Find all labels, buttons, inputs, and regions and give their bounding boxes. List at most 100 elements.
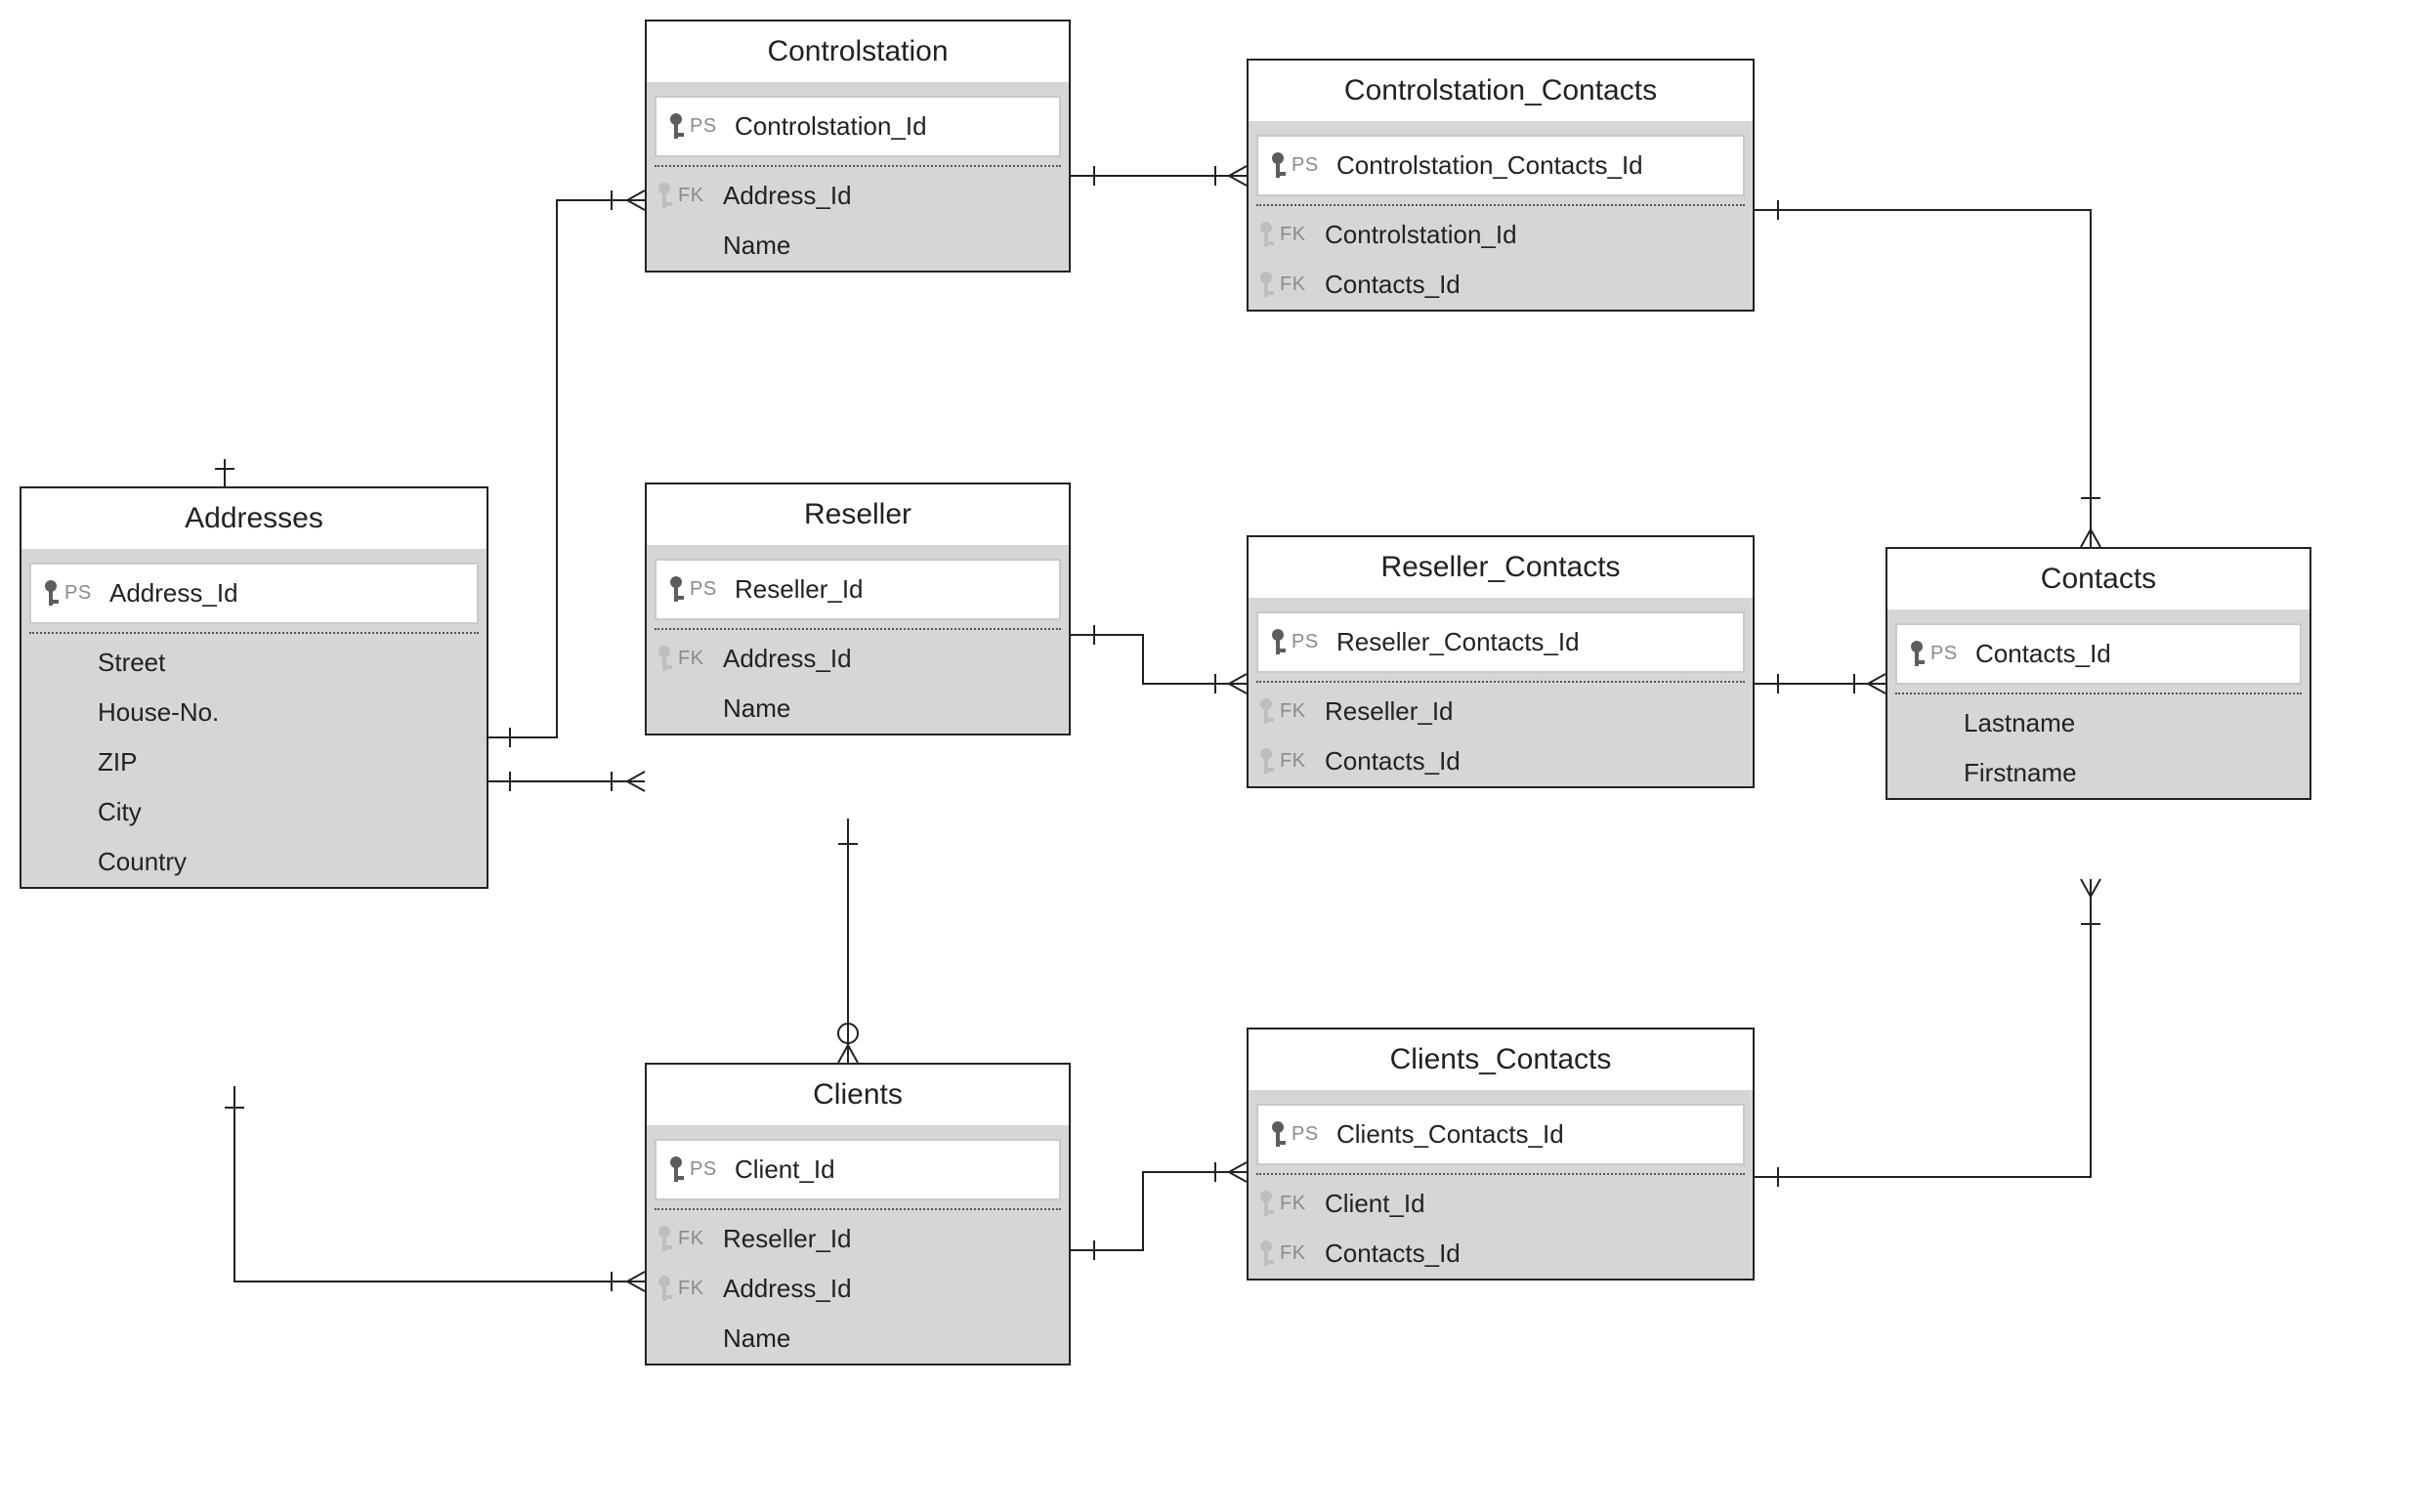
key-icon [1268,152,1288,180]
field-row: Name [647,684,1069,734]
pk-row: PS Clients_Contacts_Id [1256,1104,1745,1165]
key-type-label: FK [678,185,704,207]
key-icon [1256,1240,1276,1268]
field-name: Street [98,648,479,678]
entity-title: Reseller_Contacts [1249,537,1753,604]
key-icon [1256,222,1276,249]
field-row: FK Controlstation_Id [1249,210,1753,260]
field-row: FK Contacts_Id [1249,736,1753,786]
key-type-label: FK [678,1228,704,1250]
key-icon [655,1226,674,1253]
field-row: ZIP [21,737,487,787]
entity-controlstation-contacts: Controlstation_Contacts PS Controlstatio… [1247,59,1755,312]
erd-canvas: Addresses PS Address_Id Street House-No.… [0,0,2415,1512]
pk-row: PS Address_Id [29,563,479,624]
key-type-label: PS [690,578,717,601]
divider [655,1208,1061,1210]
field-name: Address_Id [723,1274,1061,1304]
field-row: Firstname [1887,748,2309,798]
pk-row: PS Controlstation_Contacts_Id [1256,135,1745,196]
key-type-label: PS [690,1158,717,1181]
entity-title: Contacts [1887,549,2309,615]
key-icon [1256,698,1276,726]
key-type-label: FK [1280,1193,1306,1215]
key-type-label: FK [1280,700,1306,723]
field-row: City [21,787,487,837]
key-type-label: PS [1930,643,1958,665]
divider [1256,204,1745,206]
field-name: Name [723,693,1061,724]
entity-title: Reseller [647,484,1069,551]
field-row: FK Reseller_Id [1249,687,1753,736]
pk-row: PS Reseller_Id [655,559,1061,620]
key-icon [655,183,674,210]
entity-title: Controlstation_Contacts [1249,61,1753,127]
key-icon [1256,272,1276,299]
field-name: Lastname [1964,708,2302,738]
divider [1256,1173,1745,1175]
field-row: FK Reseller_Id [647,1214,1069,1264]
field-name: ZIP [98,747,479,777]
field-name: Clients_Contacts_Id [1336,1119,1733,1150]
field-name: Contacts_Id [1325,1239,1745,1269]
entity-clients-contacts: Clients_Contacts PS Clients_Contacts_Id … [1247,1028,1755,1281]
field-name: Address_Id [723,181,1061,211]
field-row: FK Contacts_Id [1249,260,1753,310]
field-name: Controlstation_Contacts_Id [1336,150,1733,181]
field-row: House-No. [21,688,487,737]
field-name: Contacts_Id [1325,270,1745,300]
field-name: Name [723,231,1061,261]
entity-reseller: Reseller PS Reseller_Id FK Address_Id Na… [645,483,1071,735]
divider [29,632,479,634]
field-name: House-No. [98,697,479,728]
field-name: Contacts_Id [1325,746,1745,777]
pk-row: PS Controlstation_Id [655,96,1061,157]
field-row: Name [647,1314,1069,1364]
key-icon [1256,1191,1276,1218]
field-row: Street [21,638,487,688]
entity-controlstation: Controlstation PS Controlstation_Id FK A… [645,20,1071,273]
field-name: Controlstation_Id [735,111,1049,142]
field-name: Client_Id [735,1155,1049,1185]
pk-row: PS Client_Id [655,1139,1061,1200]
field-name: City [98,797,479,827]
field-row: Name [647,221,1069,271]
key-icon [655,646,674,673]
divider [1895,693,2302,694]
pk-row: PS Reseller_Contacts_Id [1256,611,1745,673]
field-name: Address_Id [109,578,467,609]
field-name: Address_Id [723,644,1061,674]
field-name: Controlstation_Id [1325,220,1745,250]
field-row: FK Address_Id [647,634,1069,684]
pk-row: PS Contacts_Id [1895,623,2302,685]
entity-title: Clients [647,1065,1069,1131]
divider [655,165,1061,167]
key-icon [1907,641,1927,668]
key-icon [1268,1121,1288,1149]
entity-title: Clients_Contacts [1249,1029,1753,1096]
key-type-label: PS [64,582,92,605]
field-row: FK Contacts_Id [1249,1229,1753,1279]
key-type-label: FK [1280,273,1306,296]
entity-title: Controlstation [647,21,1069,88]
field-row: Country [21,837,487,887]
key-type-label: FK [1280,750,1306,773]
key-type-label: PS [1292,1123,1319,1146]
key-type-label: FK [1280,1242,1306,1265]
key-icon [666,576,686,604]
field-name: Contacts_Id [1975,639,2290,669]
key-type-label: PS [1292,154,1319,177]
field-name: Firstname [1964,758,2302,788]
key-type-label: FK [678,1278,704,1300]
field-row: FK Client_Id [1249,1179,1753,1229]
field-name: Client_Id [1325,1189,1745,1219]
field-row: FK Address_Id [647,1264,1069,1314]
field-name: Name [723,1323,1061,1354]
entity-addresses: Addresses PS Address_Id Street House-No.… [20,486,488,889]
entity-reseller-contacts: Reseller_Contacts PS Reseller_Contacts_I… [1247,535,1755,788]
key-type-label: FK [678,648,704,670]
key-type-label: PS [690,115,717,138]
field-name: Reseller_Id [735,574,1049,605]
divider [655,628,1061,630]
field-name: Country [98,847,479,877]
